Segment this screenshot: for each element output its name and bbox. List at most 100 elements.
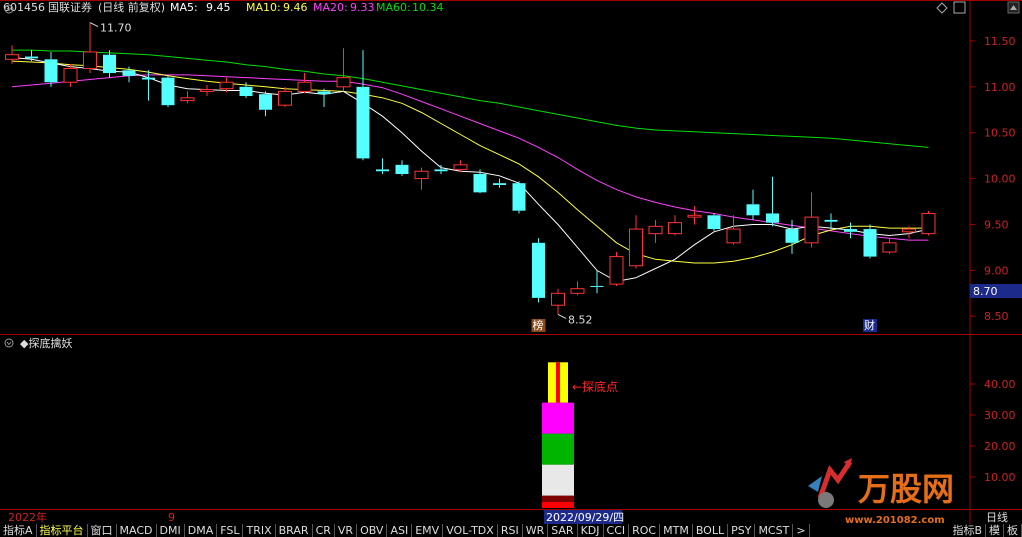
month-label: 9 <box>168 511 175 524</box>
candle[interactable] <box>297 73 312 94</box>
tab-[interactable]: > <box>793 524 810 537</box>
tab-[interactable]: 指标平台 <box>37 524 88 537</box>
tab-obv[interactable]: OBV <box>357 524 388 537</box>
candle[interactable] <box>434 164 448 174</box>
tab-sar[interactable]: SAR <box>548 524 578 537</box>
tab-cr[interactable]: CR <box>313 524 335 537</box>
tab-right-1[interactable]: 模 <box>986 524 1004 537</box>
candle[interactable] <box>687 206 702 225</box>
candle[interactable] <box>414 167 429 190</box>
collapse-main-icon[interactable] <box>4 4 14 14</box>
candle[interactable] <box>317 88 331 108</box>
candle[interactable] <box>863 224 877 259</box>
signal-bar-segment <box>542 402 574 434</box>
candle[interactable] <box>766 176 779 227</box>
tab-vol-tdx[interactable]: VOL-TDX <box>443 524 498 537</box>
candle[interactable] <box>356 50 370 161</box>
collapse-indicator-icon[interactable] <box>4 338 14 348</box>
event-marker[interactable]: 榜 <box>531 318 546 332</box>
candle[interactable] <box>103 50 116 78</box>
candle[interactable] <box>590 270 604 294</box>
candle[interactable] <box>668 215 682 236</box>
candle[interactable] <box>336 48 351 92</box>
ma20-line <box>11 74 929 241</box>
tab-fsl[interactable]: FSL <box>217 524 244 537</box>
chart-canvas[interactable]: ◆探底擒妖 11.50 11.00 10.50 10.00 9.50 9.00 8.50 4… <box>0 0 1022 537</box>
candlesticks[interactable] <box>5 22 936 315</box>
indicator-title: ◆探底擒妖 <box>20 336 72 350</box>
moving-average-lines <box>11 49 929 282</box>
candle[interactable] <box>609 252 624 286</box>
candle[interactable] <box>648 219 663 243</box>
y-axis-sub: 40.00 30.00 20.00 10.00 <box>970 378 1016 484</box>
sub-y-tick-label: 20.00 <box>984 440 1016 453</box>
candle[interactable] <box>804 192 819 248</box>
candle[interactable] <box>512 181 526 214</box>
event-marker-label: 榜 <box>533 318 544 332</box>
candle[interactable] <box>83 22 97 74</box>
candle[interactable] <box>726 215 741 245</box>
scroll-up-icon[interactable] <box>1007 1 1020 14</box>
candle[interactable] <box>844 222 857 239</box>
tab-right-2[interactable]: 板 <box>1004 524 1022 537</box>
low-price-label: 8.52 <box>568 313 593 326</box>
candle[interactable] <box>395 160 409 176</box>
tab-kdj[interactable]: KDJ <box>578 524 604 537</box>
signal-bar-segment <box>542 501 574 508</box>
tab-trix[interactable]: TRIX <box>243 524 276 537</box>
tab-rsi[interactable]: RSI <box>498 524 523 537</box>
tab-roc[interactable]: ROC <box>629 524 661 537</box>
diamond-icon[interactable] <box>936 2 948 14</box>
signal-annotation: ←探底点 <box>572 379 618 394</box>
signal-bar-core <box>556 362 560 403</box>
period-label[interactable]: 日线 <box>986 510 1008 524</box>
candle[interactable] <box>551 288 565 315</box>
tab-psy[interactable]: PSY <box>728 524 756 537</box>
indicator-tabs: 指标A 指标平台 窗口 MACD DMI DMA FSL TRIX BRAR CR VR OBV ASI… <box>0 524 1022 537</box>
tab-mcst[interactable]: MCST <box>755 524 794 537</box>
tab-[interactable]: 窗口 <box>88 524 117 537</box>
tab-dmi[interactable]: DMI <box>157 524 185 537</box>
y-tick-label: 8.50 <box>984 310 1009 323</box>
signal-bar-segment <box>542 464 574 496</box>
event-marker-label: 财 <box>864 318 875 332</box>
y-tick-label: 9.50 <box>984 218 1009 231</box>
candle[interactable] <box>180 91 195 104</box>
tab-boll[interactable]: BOLL <box>693 524 729 537</box>
tab-mtm[interactable]: MTM <box>660 524 693 537</box>
candle[interactable] <box>532 238 545 303</box>
signal-bar-segment <box>542 495 574 502</box>
candle[interactable] <box>25 50 38 62</box>
tab-dma[interactable]: DMA <box>185 524 218 537</box>
candle[interactable] <box>746 189 760 220</box>
event-marker[interactable]: 财 <box>863 318 877 332</box>
candle[interactable] <box>278 86 292 108</box>
candle[interactable] <box>882 238 897 254</box>
tab-a[interactable]: 指标A <box>0 524 37 537</box>
candle[interactable] <box>570 281 585 296</box>
tab-cci[interactable]: CCI <box>604 524 630 537</box>
cursor-date: 2022/09/29/四 <box>546 511 624 524</box>
candle[interactable] <box>200 84 214 96</box>
menu-square-icon[interactable] <box>953 1 966 14</box>
tab-macd[interactable]: MACD <box>117 524 157 537</box>
tab-emv[interactable]: EMV <box>412 524 444 537</box>
candle[interactable] <box>629 215 643 269</box>
y-tick-label: 11.50 <box>984 35 1016 48</box>
tab-wr[interactable]: WR <box>523 524 549 537</box>
tab-asi[interactable]: ASI <box>387 524 413 537</box>
candle[interactable] <box>376 158 389 174</box>
candle[interactable] <box>824 213 838 230</box>
candle[interactable] <box>259 91 272 117</box>
y-tick-label: 10.50 <box>984 127 1016 140</box>
watermark-brand: 万股网 <box>858 470 954 508</box>
candle[interactable] <box>707 213 721 231</box>
candle[interactable] <box>921 210 936 236</box>
tab-brar[interactable]: BRAR <box>276 524 313 537</box>
candle[interactable] <box>493 178 506 188</box>
tab-vr[interactable]: VR <box>335 524 358 537</box>
candle[interactable] <box>44 51 58 87</box>
year-label: 2022年 <box>8 510 47 524</box>
candle[interactable] <box>161 75 175 108</box>
tab-right-0[interactable]: 指标B <box>949 524 986 537</box>
